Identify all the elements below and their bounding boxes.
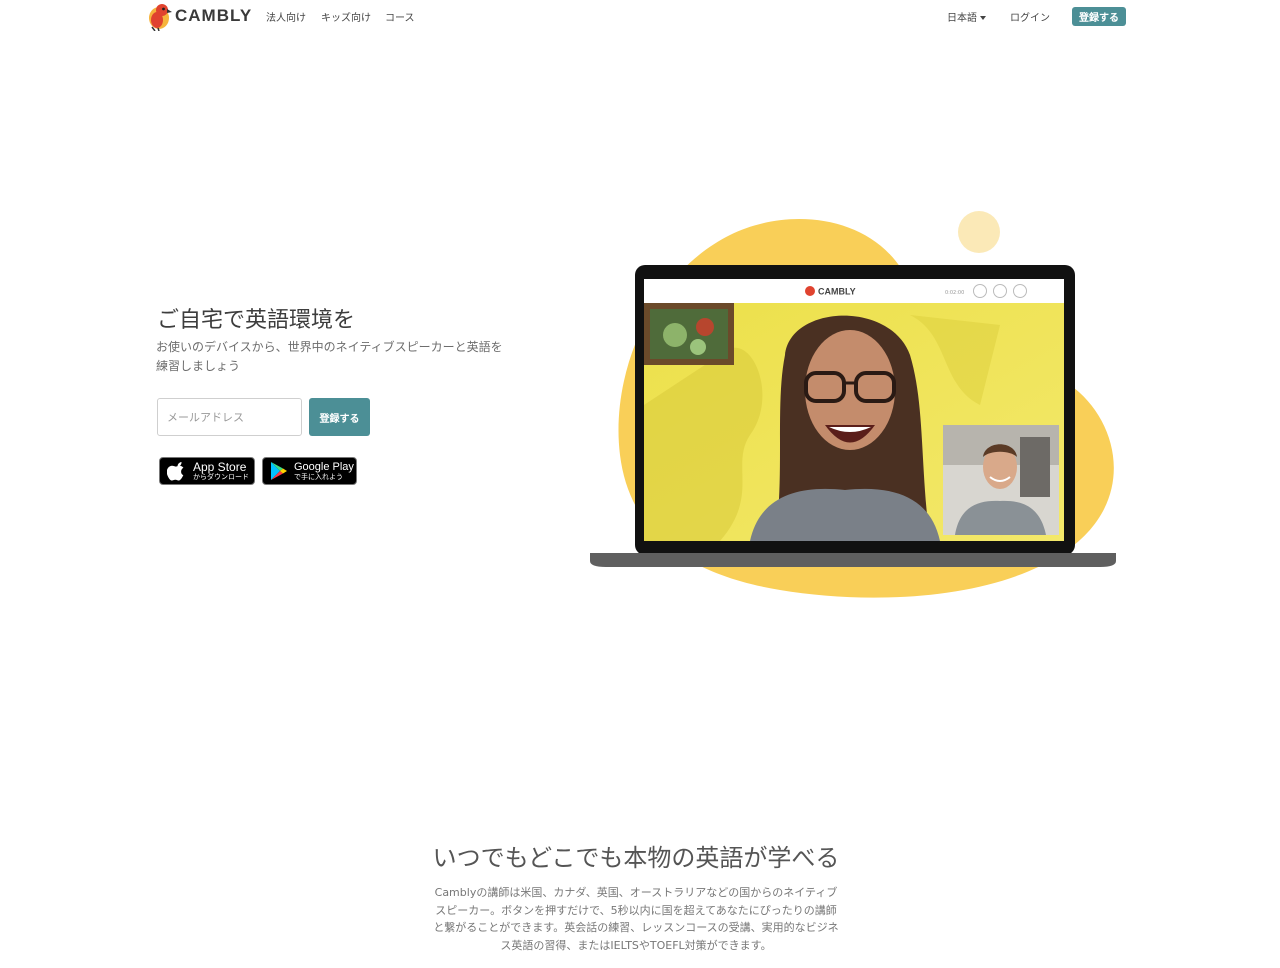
- video-logo-text: CAMBLY: [818, 287, 856, 297]
- hero-subtitle: お使いのデバイスから、世界中のネイティブスピーカーと英語を練習しましょう: [156, 340, 503, 373]
- google-play-icon: [271, 462, 287, 480]
- cambly-bird-icon: [149, 4, 172, 31]
- hero-signup-button[interactable]: 登録する: [309, 398, 370, 436]
- hero-title: ご自宅で英語環境を: [157, 308, 356, 333]
- language-label: 日本語: [947, 13, 977, 24]
- app-store-title: App Store: [193, 460, 247, 474]
- email-input[interactable]: [157, 398, 302, 436]
- google-play-badge[interactable]: Google Play で手に入れよう: [262, 457, 357, 485]
- small-circle: [958, 211, 1000, 253]
- laptop-base: [590, 553, 1116, 567]
- section-title: いつでもどこでも本物の英語が学べる: [432, 844, 840, 872]
- app-store-badge[interactable]: App Store からダウンロード: [159, 457, 255, 485]
- cambly-logo[interactable]: CAMBLY: [146, 1, 252, 31]
- nav-link-kids[interactable]: キッズ向け: [321, 9, 371, 24]
- logo-text: CAMBLY: [175, 6, 253, 25]
- caret-down-icon: [980, 16, 986, 20]
- nav-link-courses[interactable]: コース: [385, 9, 415, 24]
- login-link[interactable]: ログイン: [1010, 9, 1050, 24]
- google-play-subtitle: で手に入れよう: [294, 472, 343, 481]
- video-logo-bird-icon: [805, 286, 815, 296]
- self-view-video: [943, 425, 1059, 535]
- nav-link-business[interactable]: 法人向け: [266, 9, 306, 24]
- app-store-subtitle: からダウンロード: [193, 473, 249, 481]
- video-timer: 0:02:00: [945, 290, 964, 296]
- hero-illustration: CAMBLY 0:02:00: [590, 211, 1116, 598]
- top-navigation: CAMBLY 法人向け キッズ向け コース 日本語 ログイン 登録する: [0, 0, 1280, 34]
- google-play-title: Google Play: [294, 460, 354, 473]
- apple-icon: [167, 462, 184, 481]
- language-dropdown[interactable]: 日本語: [947, 9, 986, 24]
- section-description: Camblyの講師は米国、カナダ、英国、オーストラリアなどの国からのネイティブス…: [433, 886, 839, 952]
- nav-signup-button[interactable]: 登録する: [1072, 7, 1126, 26]
